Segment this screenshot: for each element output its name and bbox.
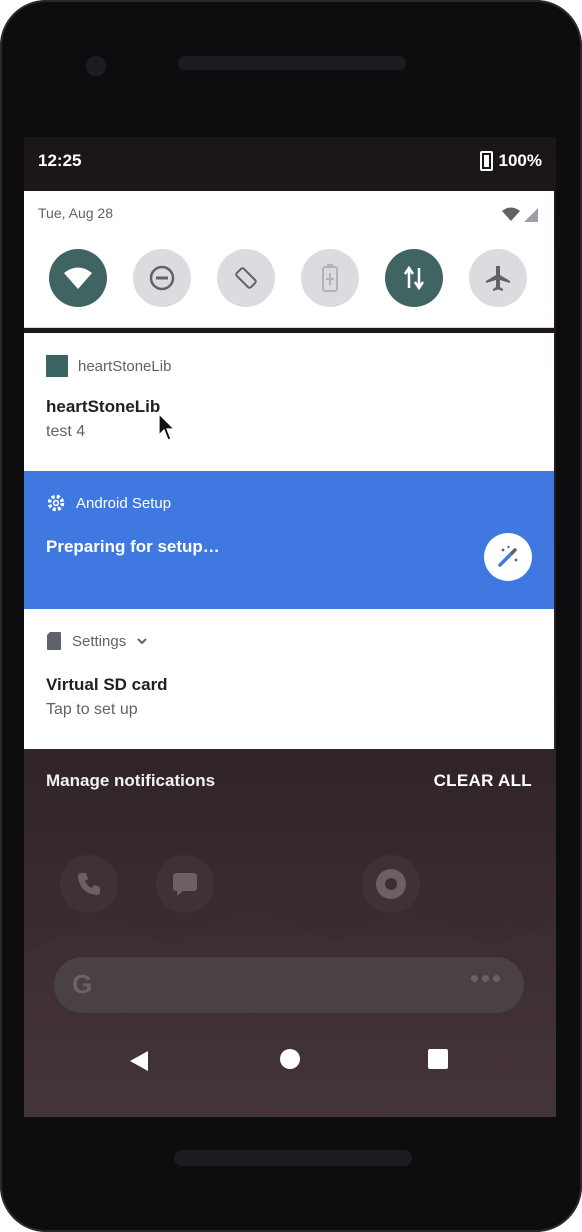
- rotate-tile[interactable]: [217, 249, 275, 307]
- screen: 12:25 100% Tue, Aug 28 heartStoneLib hea…: [24, 137, 556, 1117]
- google-search-bar[interactable]: G: [54, 957, 524, 1013]
- chevron-down-icon[interactable]: [136, 635, 148, 647]
- battery-percent: 100%: [498, 151, 542, 170]
- wifi-icon: [64, 267, 92, 289]
- notification-heartstonelib[interactable]: heartStoneLib heartStoneLib test 4: [24, 333, 554, 471]
- app-name: heartStoneLib: [78, 357, 172, 375]
- recents-icon[interactable]: [428, 1049, 448, 1069]
- app-name: Settings: [72, 632, 127, 650]
- do-not-disturb-icon: [149, 265, 175, 291]
- chrome-app-icon: [362, 855, 420, 913]
- notification-text: test 4: [46, 423, 86, 440]
- notification-header: Android Setup: [46, 493, 171, 513]
- battery-saver-tile[interactable]: [301, 249, 359, 307]
- notification-title: Virtual SD card: [46, 675, 168, 694]
- top-speaker: [178, 56, 406, 70]
- notification-footer: Manage notifications CLEAR ALL: [24, 749, 554, 815]
- battery-icon: [479, 151, 493, 171]
- navigation-bar: [24, 1037, 556, 1097]
- auto-rotate-icon: [235, 267, 257, 289]
- assistant-icon: [471, 975, 500, 982]
- notification-text: Tap to set up: [46, 701, 138, 718]
- notification-title: heartStoneLib: [46, 397, 161, 416]
- mobile-data-icon: [403, 265, 425, 291]
- mobile-data-tile[interactable]: [385, 249, 443, 307]
- manage-notifications-button[interactable]: Manage notifications: [46, 771, 215, 791]
- airplane-mode-icon: [486, 266, 510, 291]
- phone-frame: 12:25 100% Tue, Aug 28 heartStoneLib hea…: [0, 0, 582, 1232]
- google-g-icon: G: [72, 969, 93, 999]
- home-icon[interactable]: [280, 1049, 300, 1069]
- back-icon[interactable]: [128, 1049, 150, 1073]
- notification-title: Preparing for setup…: [46, 537, 220, 556]
- status-bar: 12:25 100%: [24, 137, 556, 183]
- messages-app-icon: [156, 855, 214, 913]
- mouse-cursor-icon: [158, 413, 176, 441]
- phone-app-icon: [60, 855, 118, 913]
- wifi-tile[interactable]: [49, 249, 107, 307]
- sd-card-icon: [47, 632, 61, 650]
- battery-saver-icon: [322, 264, 338, 292]
- status-right: 100%: [479, 151, 542, 171]
- magic-wand-button[interactable]: [484, 533, 532, 581]
- front-camera: [86, 56, 106, 76]
- notification-header: Settings: [46, 631, 148, 651]
- quick-tiles: [49, 249, 529, 309]
- magic-wand-icon: [498, 545, 518, 567]
- gear-icon: [47, 494, 65, 512]
- quick-settings-panel: Tue, Aug 28: [24, 191, 554, 328]
- qs-date: Tue, Aug 28: [38, 205, 113, 221]
- signal-icon: [500, 207, 540, 223]
- app-icon: [46, 355, 68, 377]
- status-time: 12:25: [38, 151, 82, 170]
- app-name: Android Setup: [76, 494, 172, 512]
- airplane-tile[interactable]: [469, 249, 527, 307]
- dnd-tile[interactable]: [133, 249, 191, 307]
- notification-settings[interactable]: Settings Virtual SD card Tap to set up: [24, 609, 554, 749]
- notification-android-setup[interactable]: Android Setup Preparing for setup…: [24, 471, 554, 609]
- bottom-speaker: [174, 1150, 412, 1166]
- notification-header: heartStoneLib: [46, 355, 171, 377]
- clear-all-button[interactable]: CLEAR ALL: [434, 771, 532, 791]
